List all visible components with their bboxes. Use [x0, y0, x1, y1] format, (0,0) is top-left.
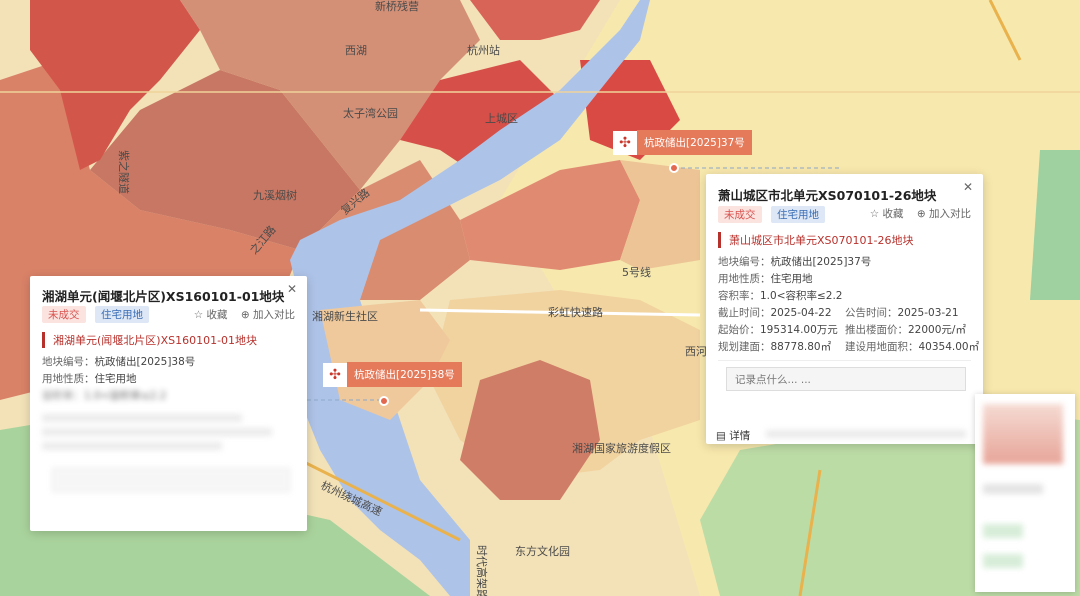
note-input[interactable]: [52, 468, 290, 492]
blurred-content: [983, 554, 1023, 568]
favorite-button[interactable]: ☆ 收藏: [870, 208, 904, 220]
plot-popup-38: ✕ 湘湖单元(闻堰北片区)XS160101-01地块 未成交 住宅用地 ☆ 收藏…: [30, 276, 307, 531]
info-row: 容积率： 1.0<容积率≤2.2: [42, 390, 167, 402]
label-hongxiang: 彩虹快速路: [548, 306, 603, 319]
label-metro5: 5号线: [622, 265, 651, 279]
document-icon: ▤: [716, 430, 726, 442]
popup-title: 湘湖单元(闻堰北片区)XS160101-01地块: [42, 289, 285, 304]
status-badge: 未成交: [42, 306, 86, 323]
info-row: 容积率： 1.0<容积率≤2.2: [718, 290, 843, 302]
compare-button[interactable]: ⊕ 加入对比: [241, 309, 295, 321]
close-icon[interactable]: ✕: [285, 282, 299, 296]
info-row: 地块编号： 杭政储出[2025]37号: [718, 256, 872, 268]
label-community: 湘湖新生社区: [312, 309, 378, 323]
info-row: 起始价：195314.00万元 推出楼面价：22000元/㎡: [718, 324, 966, 336]
popup-subtitle: 湘湖单元(闻堰北片区)XS160101-01地块: [42, 332, 257, 348]
close-icon[interactable]: ✕: [961, 180, 975, 194]
label-hangzhou-station: 杭州站: [467, 43, 500, 57]
landuse-badge: 住宅用地: [95, 306, 149, 323]
note-input[interactable]: 记录点什么... ...: [726, 367, 966, 391]
landuse-badge: 住宅用地: [771, 206, 825, 223]
status-badge: 未成交: [718, 206, 762, 223]
plot-pin-38[interactable]: [379, 396, 389, 406]
info-row: 规划建面：88778.80㎡ 建设用地面积：40354.00㎡: [718, 341, 980, 353]
label-dongfang: 东方文化园: [515, 544, 570, 558]
label-xianghu-resort: 湘湖国家旅游度假区: [572, 441, 671, 455]
marker-38[interactable]: ✣ 杭政储出[2025]38号: [323, 362, 462, 387]
popup-subtitle: 萧山城区市北单元XS070101-26地块: [718, 232, 913, 248]
label-jiuxi: 九溪烟树: [253, 188, 297, 202]
favorite-button[interactable]: ☆ 收藏: [194, 309, 228, 321]
label-xihu: 西湖: [345, 44, 367, 57]
plot-popup-37: ✕ 萧山城区市北单元XS070101-26地块 未成交 住宅用地 ☆ 收藏 ⊕ …: [706, 174, 983, 444]
compare-button[interactable]: ⊕ 加入对比: [917, 208, 971, 220]
label-zijing: 紫之隧道: [117, 150, 131, 194]
marker-37[interactable]: ✣ 杭政储出[2025]37号: [613, 130, 752, 155]
marker-37-label: 杭政储出[2025]37号: [637, 130, 752, 155]
info-row: 地块编号： 杭政储出[2025]38号: [42, 356, 196, 368]
blurred-content: [983, 524, 1023, 538]
label-shidai: 时代高架路: [475, 545, 489, 596]
divider: [718, 360, 971, 361]
info-row: 用地性质： 住宅用地: [42, 373, 137, 385]
label-xihe: 西河: [685, 345, 707, 358]
info-row: 用地性质： 住宅用地: [718, 273, 813, 285]
popup-title: 萧山城区市北单元XS070101-26地块: [718, 188, 937, 203]
label-shangcheng: 上城区: [485, 112, 518, 125]
drone-icon: ✣: [613, 130, 637, 155]
label-taiziwan: 太子湾公园: [343, 106, 398, 120]
label-top: 新桥残营: [375, 0, 419, 13]
info-row: 截止时间：2025-04-22 公告时间：2025-03-21: [718, 307, 959, 319]
blurred-content: [983, 484, 1043, 494]
blurred-thumbnail: [983, 404, 1063, 464]
blurred-content: [42, 408, 282, 458]
plot-pin-37[interactable]: [669, 163, 679, 173]
blurred-content: [766, 430, 966, 438]
detail-link[interactable]: ▤ 详情: [716, 428, 750, 443]
side-panel: [975, 394, 1075, 592]
drone-icon: ✣: [323, 362, 347, 387]
marker-38-label: 杭政储出[2025]38号: [347, 362, 462, 387]
